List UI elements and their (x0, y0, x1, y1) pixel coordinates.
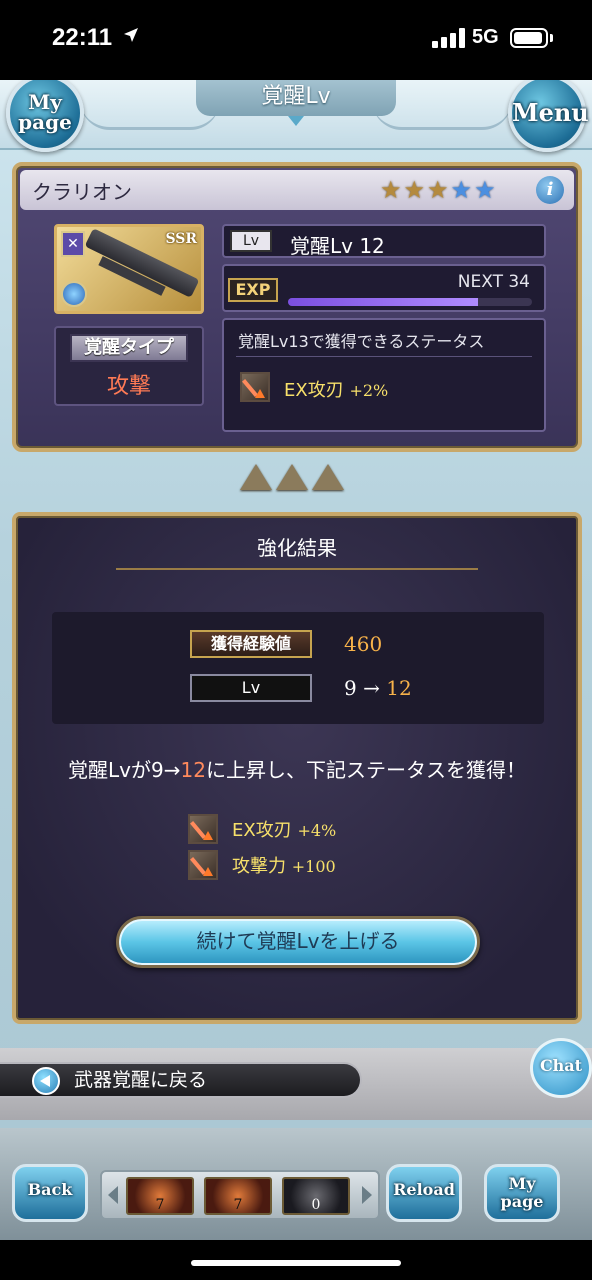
back-strip: 武器覚醒に戻る Chat (0, 1038, 592, 1120)
exp-progress-bar (288, 298, 532, 306)
exp-gained-label: 獲得経験値 (190, 630, 312, 658)
triangle-icon (276, 464, 308, 490)
rarity-badge: SSR (165, 231, 197, 247)
awakening-type-label: 覚醒タイプ (70, 334, 188, 362)
chevron-left-icon[interactable] (108, 1186, 118, 1204)
back-link-label: 武器覚醒に戻る (74, 1069, 208, 1091)
next-exp-text: NEXT 34 (457, 272, 530, 292)
result-title: 強化結果 (257, 536, 337, 560)
exp-gained-value: 460 (344, 632, 383, 656)
skill-value: +2% (349, 381, 389, 400)
result-message-pre: 覚醒Lvが9→ (68, 758, 181, 782)
level-from: 9 (344, 676, 357, 700)
next-level-skill: EX攻刃 +2% (284, 376, 388, 402)
status-bar: 22:11 5G (0, 0, 592, 80)
result-message-level: 12 (180, 758, 206, 782)
weapon-card: クラリオン ★★★★★ i SSR ✕ 覚醒タイプ 攻撃 Lv 覚醒Lv 12 … (12, 162, 582, 452)
weapon-type-icon: ✕ (61, 231, 85, 257)
level-change: 9 → 12 (344, 676, 412, 700)
reload-button-label: Reload (393, 1180, 455, 1199)
footer-mypage-label: My page (500, 1174, 544, 1211)
continue-awakening-button[interactable]: 続けて覚醒Lvを上げる (116, 916, 480, 968)
gained-skill: EX攻刃 +4% (232, 816, 336, 842)
status-time: 22:11 (52, 24, 113, 51)
star-rating: ★★★★★ (380, 176, 498, 204)
skill-icon (188, 814, 218, 844)
menu-button-label: Menu (512, 98, 589, 127)
level-to: 12 (386, 676, 412, 700)
result-message: 覚醒Lvが9→12に上昇し、下記ステータスを獲得！ (16, 754, 578, 783)
item-count: 0 (311, 1197, 321, 1213)
footer-nav: Back 7 7 0 Reload My page (0, 1128, 592, 1240)
footer-mypage-button[interactable]: My page (484, 1164, 560, 1222)
level-label: Lv (190, 674, 312, 702)
awakening-level-text: 覚醒Lv 12 (290, 234, 385, 258)
star-filled-icon: ★ (427, 176, 451, 204)
triangle-icon (312, 464, 344, 490)
skill-value: +4% (297, 821, 337, 840)
star-filled-icon: ★ (380, 176, 404, 204)
chat-button[interactable]: Chat (530, 1038, 592, 1098)
star-empty-icon: ★ (450, 176, 475, 204)
awakening-type-box: 覚醒タイプ 攻撃 (54, 326, 204, 406)
star-filled-icon: ★ (403, 176, 428, 204)
battery-tip (550, 34, 553, 42)
back-to-weapon-awakening-link[interactable]: 武器覚醒に戻る (0, 1062, 362, 1098)
menu-button[interactable]: Menu (508, 80, 589, 152)
back-button-label: Back (27, 1180, 73, 1199)
header-bar: 覚醒Lv My page Menu (0, 80, 592, 152)
item-slot[interactable]: 0 (282, 1177, 350, 1215)
next-level-title: 覚醒Lv13で獲得できるステータス (238, 332, 485, 351)
item-count: 7 (155, 1197, 165, 1213)
gain-summary: 獲得経験値 460 Lv 9 → 12 (52, 612, 544, 724)
next-level-status-box: 覚醒Lv13で獲得できるステータス EX攻刃 +2% (222, 318, 546, 432)
result-divider (116, 568, 478, 570)
back-arrow-icon (32, 1067, 60, 1095)
item-shortcuts: 7 7 0 (100, 1170, 380, 1220)
divider-ornament (240, 464, 352, 494)
chevron-right-icon[interactable] (362, 1186, 372, 1204)
header-down-arrow-icon (288, 116, 304, 126)
result-panel: 強化結果 獲得経験値 460 Lv 9 → 12 覚醒Lvが9→12に上昇し、下… (12, 512, 582, 1024)
awakening-level-box: Lv 覚醒Lv 12 (222, 224, 546, 258)
skill-name: 攻撃力 (232, 856, 286, 877)
weapon-card-header: クラリオン ★★★★★ i (20, 170, 574, 210)
skill-icon (240, 372, 270, 402)
star-empty-icon: ★ (474, 176, 498, 204)
lv-tag: Lv (230, 230, 272, 252)
signal-icon (432, 28, 465, 48)
exp-progress-fill (288, 298, 479, 306)
reload-button[interactable]: Reload (386, 1164, 462, 1222)
triangle-icon (240, 464, 272, 490)
game-screen: 覚醒Lv My page Menu クラリオン ★★★★★ i SSR ✕ 覚醒… (0, 80, 592, 1240)
item-slot[interactable]: 7 (204, 1177, 272, 1215)
mypage-button[interactable]: My page (6, 80, 84, 152)
network-label: 5G (472, 26, 499, 48)
mypage-button-label: My page (18, 90, 72, 134)
info-icon[interactable]: i (536, 176, 564, 204)
gained-skill: 攻撃力 +100 (232, 852, 336, 878)
divider (236, 356, 532, 357)
skill-value: +100 (291, 857, 336, 876)
home-indicator-area (0, 1240, 592, 1280)
page-title: 覚醒Lv (196, 80, 396, 116)
result-message-post: に上昇し、下記ステータスを獲得！ (205, 758, 526, 782)
skill-name: EX攻刃 (232, 820, 292, 841)
exp-tag: EXP (228, 278, 278, 302)
battery-icon (510, 28, 548, 48)
item-count: 7 (233, 1197, 243, 1213)
location-arrow-icon (124, 28, 138, 42)
weapon-name: クラリオン (32, 180, 132, 204)
back-button[interactable]: Back (12, 1164, 88, 1222)
home-indicator[interactable] (191, 1260, 401, 1266)
awakening-type-value: 攻撃 (106, 374, 151, 399)
weapon-image[interactable]: SSR ✕ (54, 224, 204, 314)
skill-icon (188, 850, 218, 880)
exp-box: EXP NEXT 34 (222, 264, 546, 312)
water-element-icon (61, 281, 87, 307)
level-arrow: → (363, 676, 380, 700)
item-slot[interactable]: 7 (126, 1177, 194, 1215)
skill-name: EX攻刃 (284, 380, 344, 401)
